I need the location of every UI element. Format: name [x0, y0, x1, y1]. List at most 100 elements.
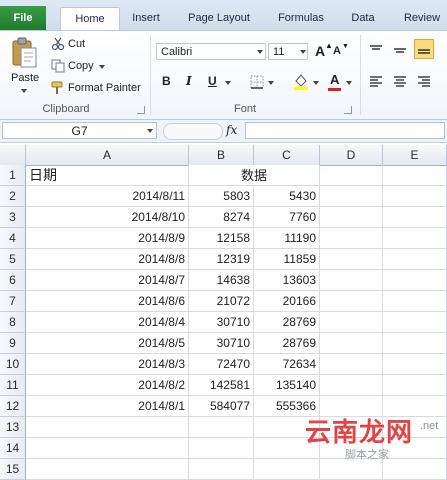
cell-d8[interactable] [320, 312, 383, 333]
cell-b13[interactable] [189, 417, 254, 438]
row-header-9[interactable]: 9 [0, 333, 26, 354]
cell-d1[interactable] [320, 165, 383, 186]
copy-dropdown-icon[interactable] [99, 65, 105, 69]
column-header-b[interactable]: B [189, 145, 254, 165]
cell-e1[interactable] [383, 165, 447, 186]
column-header-a[interactable]: A [26, 145, 189, 165]
fill-color-icon[interactable] [293, 73, 309, 94]
cell-a6[interactable]: 2014/8/7 [26, 270, 189, 291]
cell-b8[interactable]: 30710 [189, 312, 254, 333]
font-name-dropdown-icon[interactable] [257, 50, 263, 54]
cell-d7[interactable] [320, 291, 383, 312]
borders-icon[interactable] [250, 75, 264, 92]
bold-button[interactable]: B [162, 74, 171, 88]
cell-b15[interactable] [189, 459, 254, 480]
column-header-c[interactable]: C [254, 145, 320, 165]
cell-e5[interactable] [383, 249, 447, 270]
cell-a12[interactable]: 2014/8/1 [26, 396, 189, 417]
align-right-icon[interactable] [416, 75, 432, 92]
font-color-dropdown-icon[interactable] [346, 81, 352, 85]
tab-insert[interactable]: Insert [128, 7, 164, 29]
cell-b9[interactable]: 30710 [189, 333, 254, 354]
italic-button[interactable]: I [186, 74, 192, 88]
cell-b11[interactable]: 142581 [189, 375, 254, 396]
font-launcher-icon[interactable] [344, 106, 352, 114]
insert-function-icon[interactable]: fx [226, 123, 237, 137]
align-center-icon[interactable] [392, 75, 408, 92]
cell-c10[interactable]: 72634 [254, 354, 320, 375]
row-header-12[interactable]: 12 [0, 396, 26, 417]
cell-d3[interactable] [320, 207, 383, 228]
format-painter-button[interactable]: Format Painter [68, 82, 141, 94]
cell-d11[interactable] [320, 375, 383, 396]
tab-page-layout[interactable]: Page Layout [183, 7, 255, 29]
row-header-15[interactable]: 15 [0, 459, 26, 480]
tab-review[interactable]: Review [400, 7, 444, 29]
cell-a8[interactable]: 2014/8/4 [26, 312, 189, 333]
row-header-1[interactable]: 1 [0, 165, 26, 186]
shrink-font-button[interactable]: A [333, 45, 341, 57]
tab-home[interactable]: Home [60, 7, 120, 31]
cell-d15[interactable] [320, 459, 383, 480]
row-header-7[interactable]: 7 [0, 291, 26, 312]
cell-e15[interactable] [383, 459, 447, 480]
column-header-e[interactable]: E [383, 145, 447, 165]
cell-b10[interactable]: 72470 [189, 354, 254, 375]
cell-d5[interactable] [320, 249, 383, 270]
grow-font-button[interactable]: A [315, 43, 325, 59]
cell-a10[interactable]: 2014/8/3 [26, 354, 189, 375]
cell-e8[interactable] [383, 312, 447, 333]
paste-button[interactable]: Paste [11, 72, 39, 84]
clipboard-launcher-icon[interactable] [137, 106, 145, 114]
cell-a3[interactable]: 2014/8/10 [26, 207, 189, 228]
cell-a2[interactable]: 2014/8/11 [26, 186, 189, 207]
cell-c11[interactable]: 135140 [254, 375, 320, 396]
paste-dropdown-icon[interactable] [21, 89, 27, 93]
select-all-corner[interactable] [0, 145, 26, 165]
row-header-14[interactable]: 14 [0, 438, 26, 459]
name-box-dropdown-icon[interactable] [147, 129, 153, 133]
cell-a14[interactable] [26, 438, 189, 459]
row-header-5[interactable]: 5 [0, 249, 26, 270]
underline-dropdown-icon[interactable] [225, 81, 231, 85]
cell-d6[interactable] [320, 270, 383, 291]
cell-d2[interactable] [320, 186, 383, 207]
row-header-4[interactable]: 4 [0, 228, 26, 249]
cell-b7[interactable]: 21072 [189, 291, 254, 312]
formula-input[interactable] [245, 122, 445, 139]
row-header-11[interactable]: 11 [0, 375, 26, 396]
cell-e7[interactable] [383, 291, 447, 312]
cell-a13[interactable] [26, 417, 189, 438]
font-name-combo[interactable]: Calibri [156, 43, 266, 60]
cell-c15[interactable] [254, 459, 320, 480]
tab-file[interactable]: File [0, 6, 46, 30]
tab-formulas[interactable]: Formulas [274, 7, 328, 29]
cell-c9[interactable]: 28769 [254, 333, 320, 354]
cell-b2[interactable]: 5803 [189, 186, 254, 207]
row-header-13[interactable]: 13 [0, 417, 26, 438]
cell-b4[interactable]: 12158 [189, 228, 254, 249]
cell-d4[interactable] [320, 228, 383, 249]
underline-button[interactable]: U [208, 74, 217, 88]
cell-e3[interactable] [383, 207, 447, 228]
align-bottom-icon[interactable] [414, 39, 434, 59]
copy-button[interactable]: Copy [68, 60, 94, 72]
align-top-icon[interactable] [368, 43, 384, 60]
row-header-6[interactable]: 6 [0, 270, 26, 291]
name-box[interactable]: G7 [2, 122, 157, 139]
cell-d9[interactable] [320, 333, 383, 354]
cell-b1[interactable]: 数据 [189, 165, 320, 186]
align-left-icon[interactable] [368, 75, 384, 92]
cell-a4[interactable]: 2014/8/9 [26, 228, 189, 249]
align-middle-icon[interactable] [392, 43, 408, 60]
row-header-2[interactable]: 2 [0, 186, 26, 207]
font-size-dropdown-icon[interactable] [300, 50, 306, 54]
cell-c5[interactable]: 11859 [254, 249, 320, 270]
cell-e9[interactable] [383, 333, 447, 354]
cell-a15[interactable] [26, 459, 189, 480]
cut-button[interactable]: Cut [68, 38, 85, 50]
cell-c7[interactable]: 20166 [254, 291, 320, 312]
cell-a7[interactable]: 2014/8/6 [26, 291, 189, 312]
cell-d10[interactable] [320, 354, 383, 375]
cell-c6[interactable]: 13603 [254, 270, 320, 291]
